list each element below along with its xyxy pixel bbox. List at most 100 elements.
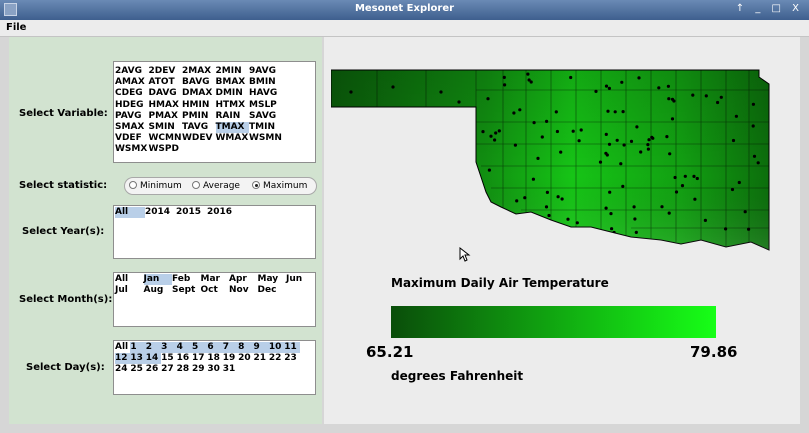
day-option-31[interactable]: 31 — [223, 364, 238, 375]
radio-minimum[interactable]: Minimum — [129, 181, 182, 191]
month-option-oct[interactable]: Oct — [201, 285, 230, 296]
variable-option-wsmx[interactable]: WSMX — [115, 144, 149, 155]
variable-option-hmax[interactable]: HMAX — [149, 100, 183, 111]
variable-option-2avg[interactable]: 2AVG — [115, 66, 149, 77]
day-option-6[interactable]: 6 — [207, 342, 223, 354]
variable-option-bavg[interactable]: BAVG — [182, 77, 216, 88]
variable-option-tavg[interactable]: TAVG — [182, 122, 216, 133]
month-option-apr[interactable]: Apr — [229, 274, 258, 285]
month-option-dec[interactable]: Dec — [258, 285, 287, 296]
year-option-all[interactable]: All — [115, 207, 145, 219]
year-option-2016[interactable]: 2016 — [207, 207, 238, 218]
month-option-jul[interactable]: Jul — [115, 285, 144, 296]
month-option-sept[interactable]: Sept — [172, 285, 201, 296]
variable-option-wdev[interactable]: WDEV — [182, 133, 216, 144]
variable-option-wmax[interactable]: WMAX — [216, 133, 250, 144]
day-option-4[interactable]: 4 — [176, 342, 192, 354]
month-option-mar[interactable]: Mar — [201, 274, 230, 285]
variable-option-2max[interactable]: 2MAX — [182, 66, 216, 77]
years-list[interactable]: All 2014 2015 2016 — [113, 205, 316, 259]
day-option-1[interactable]: 1 — [130, 342, 146, 354]
day-option-28[interactable]: 28 — [177, 364, 192, 375]
variable-option-htmx[interactable]: HTMX — [216, 100, 250, 111]
variable-option-smin[interactable]: SMIN — [149, 122, 183, 133]
day-option-22[interactable]: 22 — [269, 353, 284, 364]
day-option-12[interactable]: 12 — [115, 353, 131, 365]
day-option-7[interactable]: 7 — [222, 342, 239, 354]
variable-option-hdeg[interactable]: HDEG — [115, 100, 149, 111]
day-option-5[interactable]: 5 — [191, 342, 208, 354]
legend-title: Maximum Daily Air Temperature — [391, 276, 609, 290]
variable-option-mslp[interactable]: MSLP — [249, 100, 283, 111]
day-option-all[interactable]: All — [115, 342, 130, 353]
day-option-15[interactable]: 15 — [161, 353, 176, 364]
file-menu[interactable]: File — [6, 22, 26, 33]
station-dot — [670, 117, 675, 121]
variable-list[interactable]: 2AVG 2DEV 2MAX 2MIN 9AVG AMAX ATOT BAVG BMAX BMIN… — [113, 61, 316, 163]
station-dot — [481, 130, 485, 134]
variable-option-savg[interactable]: SAVG — [249, 111, 283, 122]
year-option-2014[interactable]: 2014 — [145, 207, 176, 218]
year-option-2015[interactable]: 2015 — [176, 207, 207, 218]
day-option-16[interactable]: 16 — [177, 353, 192, 364]
variable-option-bmax[interactable]: BMAX — [216, 77, 250, 88]
variable-option-atot[interactable]: ATOT — [149, 77, 183, 88]
variable-option-havg[interactable]: HAVG — [249, 88, 283, 99]
day-option-13[interactable]: 13 — [130, 353, 146, 365]
day-option-20[interactable]: 20 — [238, 353, 253, 364]
variable-option-dmin[interactable]: DMIN — [216, 88, 250, 99]
month-option-nov[interactable]: Nov — [229, 285, 258, 296]
variable-option-2min[interactable]: 2MIN — [216, 66, 250, 77]
variable-option-smax[interactable]: SMAX — [115, 122, 149, 133]
day-option-11[interactable]: 11 — [284, 342, 300, 354]
variable-option-hmin[interactable]: HMIN — [182, 100, 216, 111]
day-option-26[interactable]: 26 — [146, 364, 161, 375]
radio-average[interactable]: Average — [192, 181, 240, 191]
variable-option-pmax[interactable]: PMAX — [149, 111, 183, 122]
days-list[interactable]: All 1 2 3 4 5 6 7 8 9 10 11 12 13 14 15 16 17 18 19 20 21 22 23… — [113, 340, 316, 395]
day-option-25[interactable]: 25 — [130, 364, 145, 375]
day-option-9[interactable]: 9 — [253, 342, 269, 354]
variable-option-wcmn[interactable]: WCMN — [149, 133, 183, 144]
day-option-10[interactable]: 10 — [268, 342, 285, 354]
variable-option-pmin[interactable]: PMIN — [182, 111, 216, 122]
month-option-all[interactable]: All — [115, 274, 144, 285]
day-option-18[interactable]: 18 — [207, 353, 222, 364]
month-option-feb[interactable]: Feb — [172, 274, 201, 285]
variable-option-cdeg[interactable]: CDEG — [115, 88, 149, 99]
variable-option-amax[interactable]: AMAX — [115, 77, 149, 88]
day-option-3[interactable]: 3 — [161, 342, 177, 354]
day-option-24[interactable]: 24 — [115, 364, 130, 375]
month-option-may[interactable]: May — [258, 274, 287, 285]
day-option-21[interactable]: 21 — [254, 353, 269, 364]
day-option-23[interactable]: 23 — [284, 353, 299, 364]
station-dot — [527, 78, 531, 82]
variable-option-wsmn[interactable]: WSMN — [249, 133, 283, 144]
day-option-17[interactable]: 17 — [192, 353, 207, 364]
variable-option-vdef[interactable]: VDEF — [115, 133, 149, 144]
radio-maximum[interactable]: Maximum — [252, 181, 307, 191]
variable-option-tmax[interactable]: TMAX — [215, 122, 249, 134]
variable-option-9avg[interactable]: 9AVG — [249, 66, 283, 77]
day-option-14[interactable]: 14 — [145, 353, 162, 365]
months-list[interactable]: All Jan Feb Mar Apr May Jun Jul Aug Sept Oct Nov Dec — [113, 272, 316, 327]
variable-option-wspd[interactable]: WSPD — [149, 144, 183, 155]
variable-option-rain[interactable]: RAIN — [216, 111, 250, 122]
month-option-jan[interactable]: Jan — [143, 274, 172, 286]
window-controls[interactable]: ↑ _ □ X — [736, 3, 803, 14]
day-option-8[interactable]: 8 — [238, 342, 254, 354]
day-option-27[interactable]: 27 — [161, 364, 176, 375]
day-option-30[interactable]: 30 — [207, 364, 222, 375]
day-option-29[interactable]: 29 — [192, 364, 207, 375]
variable-option-pavg[interactable]: PAVG — [115, 111, 149, 122]
month-option-aug[interactable]: Aug — [144, 285, 173, 296]
day-option-2[interactable]: 2 — [145, 342, 162, 354]
variable-option-davg[interactable]: DAVG — [149, 88, 183, 99]
variable-option-tmin[interactable]: TMIN — [249, 122, 283, 133]
month-option-jun[interactable]: Jun — [286, 274, 315, 285]
day-option-19[interactable]: 19 — [223, 353, 238, 364]
legend-max-value: 79.86 — [690, 343, 738, 361]
variable-option-bmin[interactable]: BMIN — [249, 77, 283, 88]
variable-option-2dev[interactable]: 2DEV — [149, 66, 183, 77]
variable-option-dmax[interactable]: DMAX — [182, 88, 216, 99]
